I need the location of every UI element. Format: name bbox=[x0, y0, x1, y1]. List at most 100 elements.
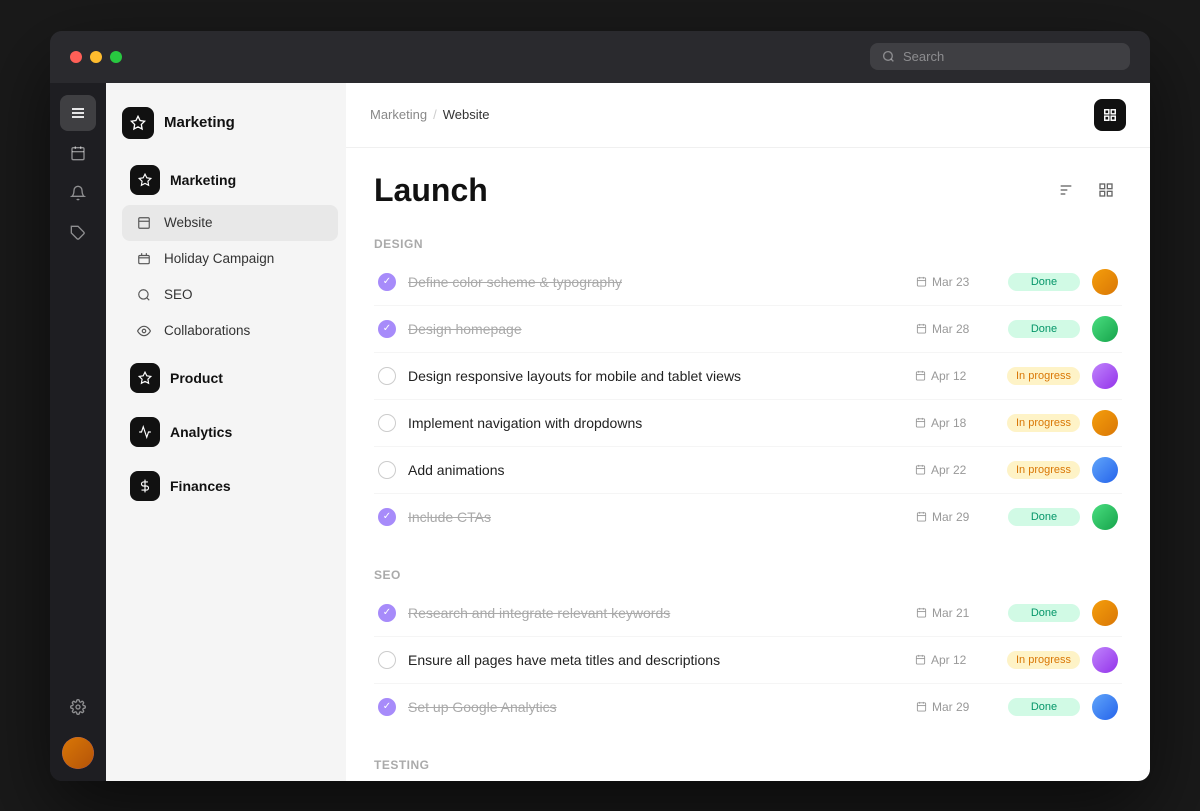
header-actions bbox=[1094, 99, 1126, 131]
table-row: Implement navigation with dropdowns Apr … bbox=[374, 400, 1122, 447]
analytics-group-label: Analytics bbox=[170, 424, 232, 440]
task-checkbox-9[interactable]: ✓ bbox=[378, 698, 396, 716]
status-badge-8: In progress bbox=[1007, 651, 1080, 669]
marketing-group-label: Marketing bbox=[170, 172, 236, 188]
sidebar-icon-list[interactable] bbox=[60, 95, 96, 131]
task-date-text-7: Mar 21 bbox=[932, 606, 969, 620]
task-date-text-9: Mar 29 bbox=[932, 700, 969, 714]
status-badge-6: Done bbox=[1008, 508, 1080, 526]
task-date-text-6: Mar 29 bbox=[932, 510, 969, 524]
task-date-text-2: Mar 28 bbox=[932, 322, 969, 336]
close-button[interactable] bbox=[70, 51, 82, 63]
task-checkbox-1[interactable]: ✓ bbox=[378, 273, 396, 291]
holiday-icon bbox=[134, 249, 154, 269]
nav-group-marketing-header[interactable]: Marketing bbox=[114, 155, 338, 205]
table-row: Conduct usability testing with a small g… bbox=[374, 780, 1122, 781]
status-badge-5: In progress bbox=[1007, 461, 1080, 479]
table-row: Add animations Apr 22 In progress bbox=[374, 447, 1122, 494]
nav-item-website[interactable]: Website bbox=[122, 205, 338, 241]
table-row: ✓ Define color scheme & typography Mar 2… bbox=[374, 259, 1122, 306]
task-avatar-2 bbox=[1092, 316, 1118, 342]
task-avatar-1 bbox=[1092, 269, 1118, 295]
task-name-3: Design responsive layouts for mobile and… bbox=[408, 368, 903, 384]
app-window: Marketing Marketing bbox=[50, 31, 1150, 781]
table-row: Design responsive layouts for mobile and… bbox=[374, 353, 1122, 400]
minimize-button[interactable] bbox=[90, 51, 102, 63]
workspace-header[interactable]: Marketing bbox=[106, 99, 346, 155]
nav-item-collaborations[interactable]: Collaborations bbox=[122, 313, 338, 349]
table-row: ✓ Include CTAs Mar 29 Done bbox=[374, 494, 1122, 540]
grid-view-button[interactable] bbox=[1090, 174, 1122, 206]
table-row: ✓ Research and integrate relevant keywor… bbox=[374, 590, 1122, 637]
table-row: ✓ Set up Google Analytics Mar 29 Done bbox=[374, 684, 1122, 730]
task-name-5: Add animations bbox=[408, 462, 903, 478]
task-date-4: Apr 18 bbox=[915, 416, 995, 430]
task-date-9: Mar 29 bbox=[916, 700, 996, 714]
sidebar-icon-notifications[interactable] bbox=[60, 175, 96, 211]
task-name-8: Ensure all pages have meta titles and de… bbox=[408, 652, 903, 668]
search-input[interactable] bbox=[903, 49, 1118, 64]
task-date-1: Mar 23 bbox=[916, 275, 996, 289]
nav-item-holiday-label: Holiday Campaign bbox=[164, 251, 274, 266]
sidebar-icon-puzzle[interactable] bbox=[60, 215, 96, 251]
status-badge-1: Done bbox=[1008, 273, 1080, 291]
task-checkbox-4[interactable] bbox=[378, 414, 396, 432]
nav-item-seo[interactable]: SEO bbox=[122, 277, 338, 313]
task-checkbox-5[interactable] bbox=[378, 461, 396, 479]
task-date-text-1: Mar 23 bbox=[932, 275, 969, 289]
workspace-name: Marketing bbox=[164, 114, 235, 131]
nav-item-seo-label: SEO bbox=[164, 287, 193, 302]
task-checkbox-3[interactable] bbox=[378, 367, 396, 385]
nav-group-marketing: Marketing Website bbox=[106, 155, 346, 349]
sidebar-icon-settings[interactable] bbox=[60, 689, 96, 725]
task-checkbox-8[interactable] bbox=[378, 651, 396, 669]
main-layout: Marketing Marketing bbox=[50, 83, 1150, 781]
nav-group-finances-header[interactable]: Finances bbox=[114, 461, 338, 511]
product-group-label: Product bbox=[170, 370, 223, 386]
task-checkbox-6[interactable]: ✓ bbox=[378, 508, 396, 526]
breadcrumb-parent: Marketing bbox=[370, 107, 427, 122]
status-badge-3: In progress bbox=[1007, 367, 1080, 385]
finances-group-label: Finances bbox=[170, 478, 231, 494]
nav-sidebar: Marketing Marketing bbox=[106, 83, 346, 781]
task-avatar-3 bbox=[1092, 363, 1118, 389]
task-avatar-4 bbox=[1092, 410, 1118, 436]
sidebar-icon-calendar[interactable] bbox=[60, 135, 96, 171]
maximize-button[interactable] bbox=[110, 51, 122, 63]
task-name-6: Include CTAs bbox=[408, 509, 904, 525]
nav-group-finances: Finances bbox=[106, 461, 346, 511]
task-checkbox-7[interactable]: ✓ bbox=[378, 604, 396, 622]
task-date-3: Apr 12 bbox=[915, 369, 995, 383]
design-section: Design ✓ Define color scheme & typograph… bbox=[374, 237, 1122, 540]
page-title: Launch bbox=[374, 172, 488, 209]
nav-item-holiday[interactable]: Holiday Campaign bbox=[122, 241, 338, 277]
filter-button[interactable] bbox=[1050, 174, 1082, 206]
breadcrumb: Marketing / Website bbox=[370, 107, 489, 122]
icon-sidebar bbox=[50, 83, 106, 781]
marketing-group-icon bbox=[130, 165, 160, 195]
task-date-text-3: Apr 12 bbox=[931, 369, 966, 383]
task-name-9: Set up Google Analytics bbox=[408, 699, 904, 715]
traffic-lights bbox=[70, 51, 122, 63]
task-avatar-7 bbox=[1092, 600, 1118, 626]
task-date-5: Apr 22 bbox=[915, 463, 995, 477]
status-badge-7: Done bbox=[1008, 604, 1080, 622]
seo-section: SEO ✓ Research and integrate relevant ke… bbox=[374, 568, 1122, 730]
design-section-label: Design bbox=[374, 237, 1122, 251]
task-name-1: Define color scheme & typography bbox=[408, 274, 904, 290]
avatar[interactable] bbox=[62, 737, 94, 769]
search-bar[interactable] bbox=[870, 43, 1130, 70]
task-name-4: Implement navigation with dropdowns bbox=[408, 415, 903, 431]
main-content: Marketing / Website Launch bbox=[346, 83, 1150, 781]
nav-group-analytics-header[interactable]: Analytics bbox=[114, 407, 338, 457]
marketing-sub-items: Website Holiday Campaign bbox=[106, 205, 346, 349]
layout-toggle-button[interactable] bbox=[1094, 99, 1126, 131]
task-name-2: Design homepage bbox=[408, 321, 904, 337]
nav-group-product-header[interactable]: Product bbox=[114, 353, 338, 403]
finances-group-icon bbox=[130, 471, 160, 501]
nav-item-website-label: Website bbox=[164, 215, 213, 230]
page-title-row: Launch bbox=[374, 172, 1122, 209]
search-icon bbox=[882, 50, 895, 63]
task-checkbox-2[interactable]: ✓ bbox=[378, 320, 396, 338]
collaborations-icon bbox=[134, 321, 154, 341]
